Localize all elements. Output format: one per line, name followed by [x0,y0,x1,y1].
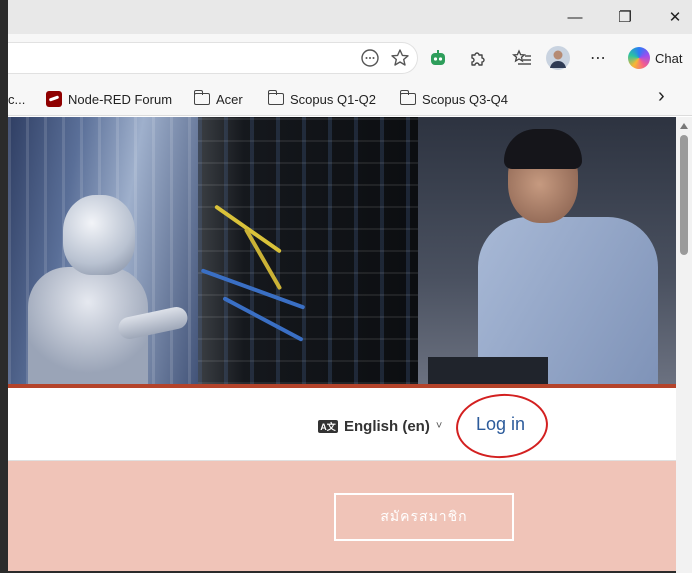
scroll-up-arrow-icon[interactable] [680,123,688,129]
person-hair [504,129,582,169]
address-bar[interactable] [8,42,418,74]
read-aloud-icon[interactable] [358,46,382,70]
server-cables-panel [198,117,428,384]
signup-button[interactable]: สมัครสมาชิก [334,493,514,541]
bookmark-acer[interactable]: Acer [193,90,243,108]
bookmark-truncated[interactable]: c... [8,90,25,108]
bookmarks-overflow-chevron-icon[interactable]: › [658,85,665,107]
bookmark-scopus-q3-q4[interactable]: Scopus Q3-Q4 [399,90,508,108]
bookmark-label: Node-RED Forum [68,91,173,107]
favorites-list-icon[interactable] [510,46,534,70]
robot-head [63,195,135,275]
copilot-icon [628,47,650,69]
bookmarks-bar: c... Node-RED Forum Acer Scopus Q1-Q2 Sc… [8,82,692,116]
bookmark-scopus-q1-q2[interactable]: Scopus Q1-Q2 [267,90,376,108]
bookmark-label: Acer [216,91,243,107]
folder-icon [267,90,284,105]
page-scrollbar[interactable] [676,117,692,573]
language-icon: A文 [318,419,338,433]
extension-robot-icon[interactable] [426,46,450,70]
window-titlebar: — ❐ ✕ [8,0,692,34]
bookmark-label: Scopus Q3-Q4 [422,91,508,107]
node-red-icon [46,91,62,107]
signup-section: สมัครสมาชิก [8,461,676,571]
folder-icon [399,90,416,105]
hero-banner-image [8,117,676,384]
engineer-laptop-panel [418,117,676,384]
bookmark-label: c... [8,91,26,107]
minimize-button[interactable]: — [552,0,598,34]
language-selector[interactable]: A文 English (en) ˅ [318,416,442,436]
site-nav-row: A文 English (en) ˅ Log in [8,388,676,462]
close-button[interactable]: ✕ [652,0,692,34]
laptop [428,357,548,384]
folder-icon [193,90,210,105]
robot-datacenter-panel [8,117,208,384]
maximize-button[interactable]: ❐ [602,0,648,34]
language-label: English (en) [344,417,430,435]
chat-label: Chat [655,50,683,66]
browser-toolbar: ⋯ Chat [8,34,692,82]
profile-avatar[interactable] [546,46,570,70]
red-circle-annotation [453,390,551,462]
cable-blue [200,268,306,310]
favorite-star-icon[interactable] [388,46,412,70]
chevron-down-icon: ˅ [435,420,443,432]
bookmark-node-red-forum[interactable]: Node-RED Forum [46,90,172,108]
scroll-thumb[interactable] [680,135,688,255]
copilot-chat-button[interactable]: Chat [628,44,692,72]
extensions-puzzle-icon[interactable] [466,46,490,70]
bookmark-label: Scopus Q1-Q2 [290,91,376,107]
more-menu-icon[interactable]: ⋯ [586,46,610,70]
